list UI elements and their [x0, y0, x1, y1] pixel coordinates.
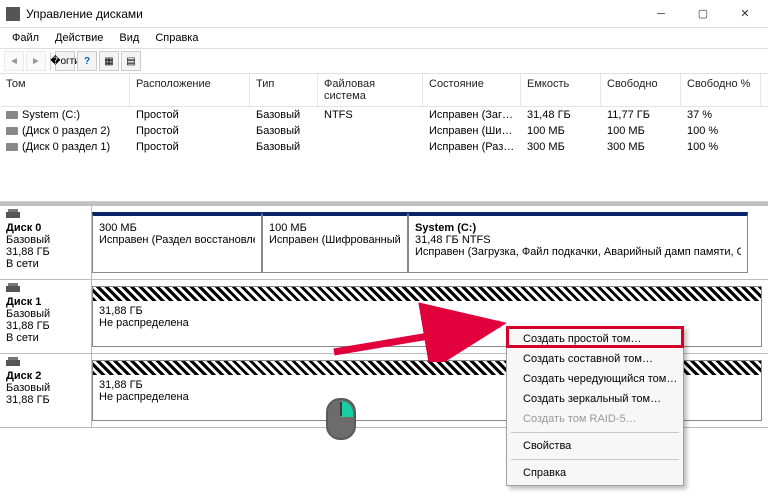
- disk-info[interactable]: Диск 2Базовый31,88 ГБ: [0, 354, 92, 427]
- volume-row[interactable]: System (C:)ПростойБазовыйNTFSИсправен (З…: [0, 107, 768, 123]
- refresh-button[interactable]: �огти: [55, 51, 75, 71]
- ctx-raid5-volume: Создать том RAID-5…: [509, 409, 681, 429]
- menu-action[interactable]: Действие: [47, 30, 111, 46]
- col-status[interactable]: Состояние: [423, 74, 521, 106]
- menu-help[interactable]: Справка: [147, 30, 206, 46]
- ctx-help[interactable]: Справка: [509, 463, 681, 483]
- maximize-button[interactable]: ▢: [682, 0, 724, 28]
- window-title: Управление дисками: [26, 7, 640, 21]
- ctx-sep: [511, 459, 679, 460]
- volume-row[interactable]: (Диск 0 раздел 1)ПростойБазовыйИсправен …: [0, 139, 768, 155]
- menu-file[interactable]: Файл: [4, 30, 47, 46]
- col-type[interactable]: Тип: [250, 74, 318, 106]
- disk-row: Диск 0Базовый31,88 ГБВ сети300 МБИсправе…: [0, 206, 768, 280]
- context-menu: Создать простой том… Создать составной т…: [506, 326, 684, 486]
- menu-view[interactable]: Вид: [111, 30, 147, 46]
- minimize-button[interactable]: ─: [640, 0, 682, 28]
- mouse-icon: [326, 398, 356, 440]
- col-freep[interactable]: Свободно %: [681, 74, 761, 106]
- ctx-spanned-volume[interactable]: Создать составной том…: [509, 349, 681, 369]
- view-top-button[interactable]: ▦: [99, 51, 119, 71]
- volume-header: Том Расположение Тип Файловая система Со…: [0, 74, 768, 107]
- ctx-simple-volume[interactable]: Создать простой том…: [509, 329, 681, 349]
- fwd-button: ►: [26, 51, 46, 71]
- partition[interactable]: 100 МБИсправен (Шифрованный (: [262, 212, 408, 273]
- close-button[interactable]: ✕: [724, 0, 766, 28]
- col-free[interactable]: Свободно: [601, 74, 681, 106]
- col-fs[interactable]: Файловая система: [318, 74, 423, 106]
- ctx-properties[interactable]: Свойства: [509, 436, 681, 456]
- app-icon: [6, 7, 20, 21]
- disk-info[interactable]: Диск 1Базовый31,88 ГБВ сети: [0, 280, 92, 353]
- ctx-sep: [511, 432, 679, 433]
- partition[interactable]: System (C:)31,48 ГБ NTFSИсправен (Загруз…: [408, 212, 748, 273]
- ctx-striped-volume[interactable]: Создать чередующийся том…: [509, 369, 681, 389]
- help-button[interactable]: ?: [77, 51, 97, 71]
- menubar: Файл Действие Вид Справка: [0, 28, 768, 48]
- col-layout[interactable]: Расположение: [130, 74, 250, 106]
- ctx-mirrored-volume[interactable]: Создать зеркальный том…: [509, 389, 681, 409]
- disk-info[interactable]: Диск 0Базовый31,88 ГБВ сети: [0, 206, 92, 279]
- toolbar: ◄ ► �огти ? ▦ ▤: [0, 48, 768, 74]
- view-bottom-button[interactable]: ▤: [121, 51, 141, 71]
- back-button: ◄: [4, 51, 24, 71]
- col-cap[interactable]: Емкость: [521, 74, 601, 106]
- partition[interactable]: 300 МБИсправен (Раздел восстановления: [92, 212, 262, 273]
- volume-row[interactable]: (Диск 0 раздел 2)ПростойБазовыйИсправен …: [0, 123, 768, 139]
- volume-list: Том Расположение Тип Файловая система Со…: [0, 74, 768, 202]
- col-vol[interactable]: Том: [0, 74, 130, 106]
- titlebar: Управление дисками ─ ▢ ✕: [0, 0, 768, 28]
